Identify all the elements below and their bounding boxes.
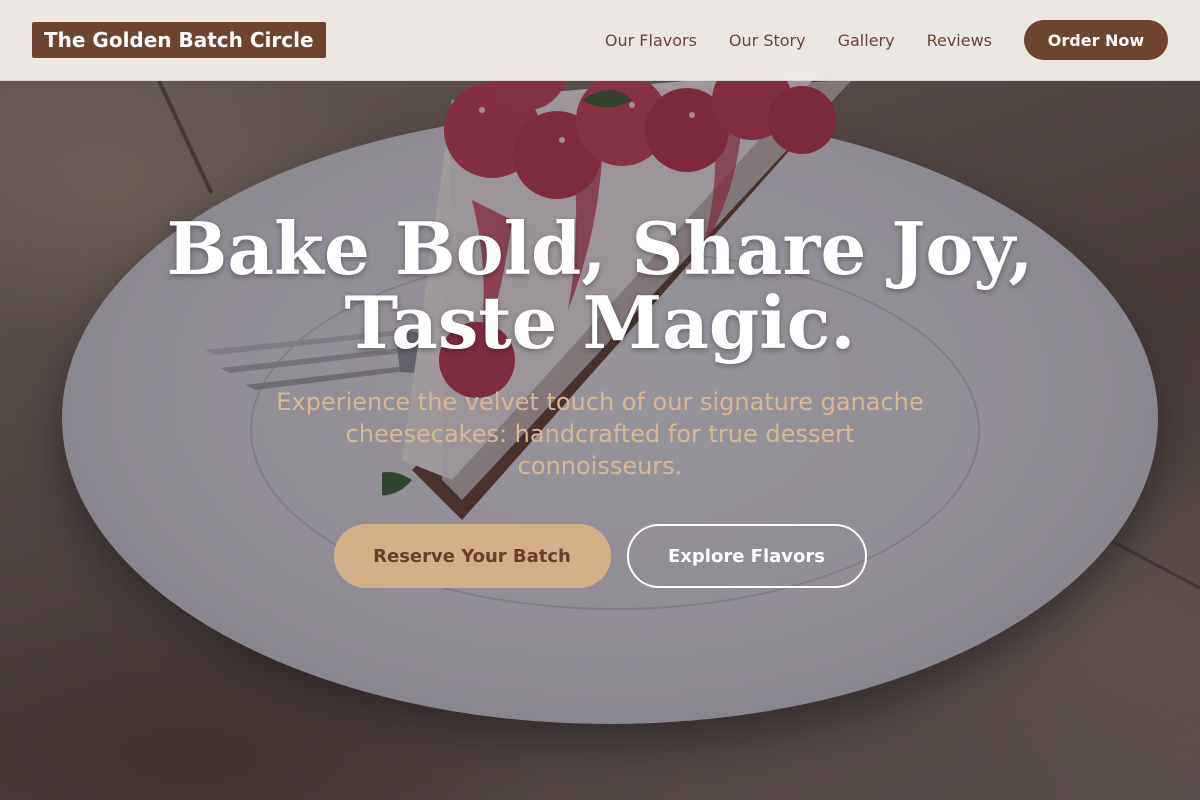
hero-headline: Bake Bold, Share Joy, Taste Magic. [0, 212, 1200, 360]
hero-content: Bake Bold, Share Joy, Taste Magic. Exper… [0, 212, 1200, 588]
explore-flavors-button[interactable]: Explore Flavors [626, 524, 867, 588]
hero-headline-line-2: Taste Magic. [344, 280, 856, 365]
brand-logo[interactable]: The Golden Batch Circle [32, 22, 326, 58]
hero-subheadline: Experience the velvet touch of our signa… [276, 388, 924, 480]
nav-menu: Our Flavors Our Story Gallery Reviews Or… [605, 20, 1168, 60]
hero-headline-line-1: Bake Bold, Share Joy, [166, 206, 1034, 291]
reserve-batch-button[interactable]: Reserve Your Batch [333, 524, 611, 588]
hero-cta-group: Reserve Your Batch Explore Flavors [0, 524, 1200, 588]
top-navbar: The Golden Batch Circle Our Flavors Our … [0, 0, 1200, 81]
nav-link-our-flavors[interactable]: Our Flavors [605, 31, 697, 50]
order-now-button[interactable]: Order Now [1024, 20, 1168, 60]
nav-link-reviews[interactable]: Reviews [927, 31, 992, 50]
nav-link-gallery[interactable]: Gallery [838, 31, 895, 50]
nav-link-our-story[interactable]: Our Story [729, 31, 806, 50]
